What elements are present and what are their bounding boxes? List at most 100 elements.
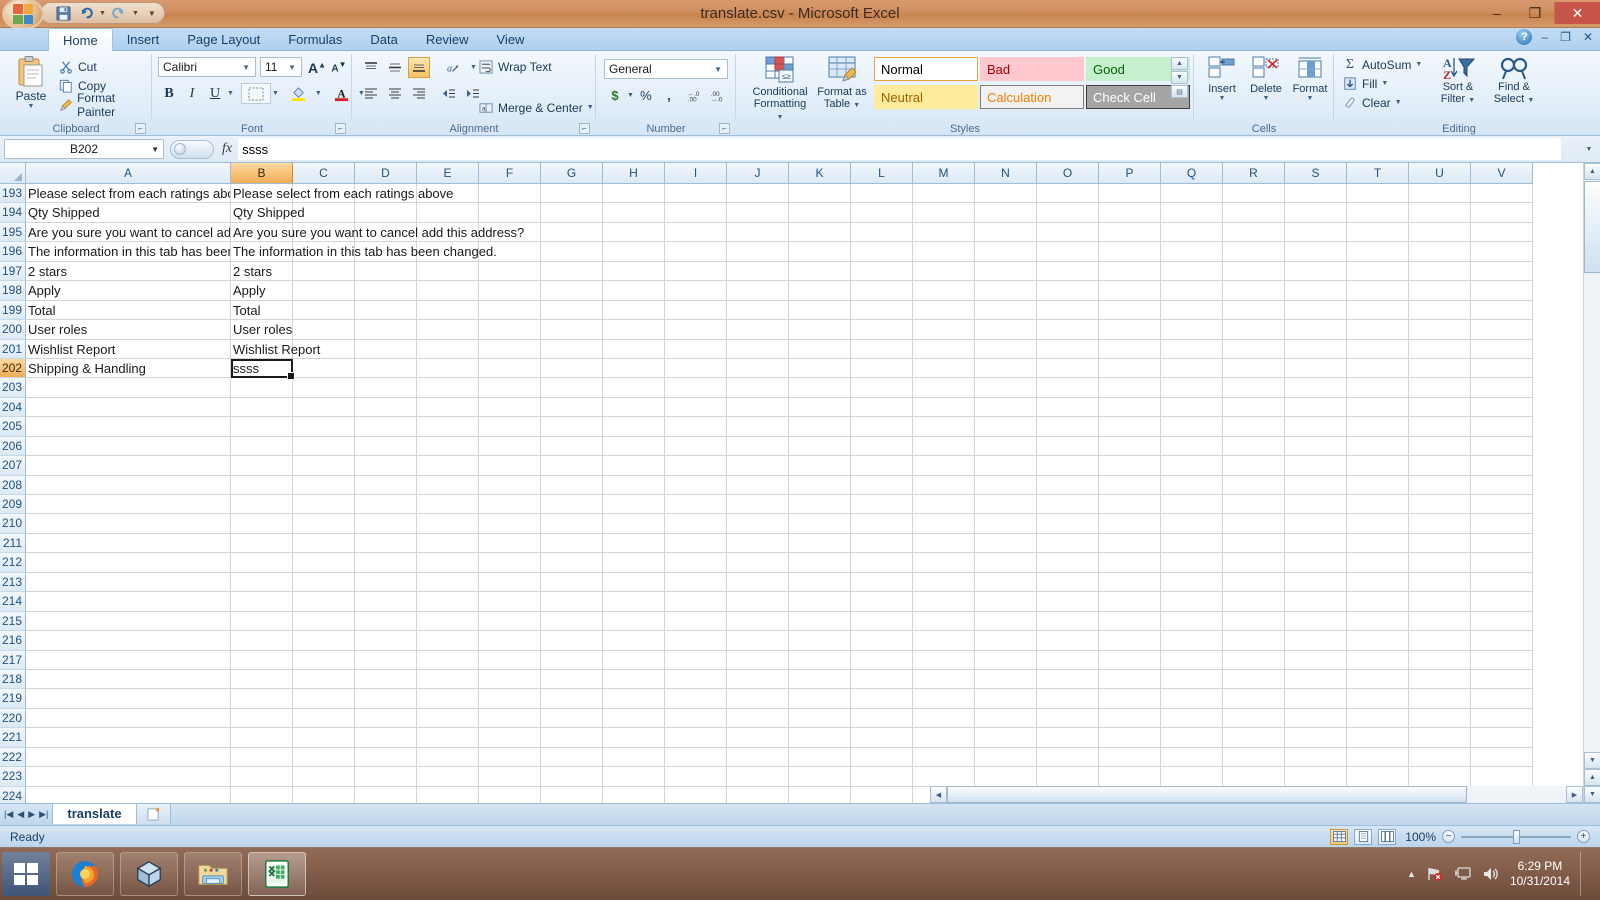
- row-header-195[interactable]: 195: [0, 222, 26, 243]
- cell-B199[interactable]: Total: [231, 300, 293, 321]
- cell-G221[interactable]: [541, 728, 603, 748]
- cell-D214[interactable]: [355, 592, 417, 612]
- show-hidden-icons-icon[interactable]: ▲: [1407, 869, 1416, 879]
- column-header-C[interactable]: C: [293, 163, 355, 184]
- cell-U197[interactable]: [1409, 261, 1471, 282]
- font-name-combo[interactable]: Calibri ▼: [158, 57, 256, 77]
- cell-T212[interactable]: [1347, 553, 1409, 573]
- cell-K201[interactable]: [789, 339, 851, 359]
- cell-J217[interactable]: [727, 650, 789, 670]
- row-header-206[interactable]: 206: [0, 436, 26, 457]
- cell-C218[interactable]: [293, 669, 355, 690]
- cell-J221[interactable]: [727, 728, 789, 748]
- cell-O194[interactable]: [1037, 203, 1099, 223]
- cell-V206[interactable]: [1471, 436, 1533, 457]
- cell-P207[interactable]: [1099, 456, 1161, 476]
- cell-M194[interactable]: [913, 203, 975, 223]
- cell-T221[interactable]: [1347, 728, 1409, 748]
- cell-B212[interactable]: [231, 553, 293, 573]
- cell-B218[interactable]: [231, 669, 293, 690]
- cell-O219[interactable]: [1037, 689, 1099, 709]
- styles-scroll-down-button[interactable]: ▼: [1171, 71, 1188, 84]
- restore-ribbon-button[interactable]: ❐: [1557, 30, 1574, 44]
- row-header-208[interactable]: 208: [0, 475, 26, 495]
- cell-T217[interactable]: [1347, 650, 1409, 670]
- cell-N202[interactable]: [975, 358, 1037, 379]
- cell-R219[interactable]: [1223, 689, 1285, 709]
- cell-T215[interactable]: [1347, 611, 1409, 632]
- cell-J203[interactable]: [727, 378, 789, 398]
- cell-M217[interactable]: [913, 650, 975, 670]
- cell-G222[interactable]: [541, 747, 603, 768]
- cell-E223[interactable]: [417, 767, 479, 787]
- cell-Q202[interactable]: [1161, 358, 1223, 379]
- cell-K210[interactable]: [789, 514, 851, 534]
- cell-R198[interactable]: [1223, 281, 1285, 301]
- cell-B222[interactable]: [231, 747, 293, 768]
- cell-I218[interactable]: [665, 669, 727, 690]
- cell-V203[interactable]: [1471, 378, 1533, 398]
- cell-I195[interactable]: [665, 222, 727, 243]
- cell-T206[interactable]: [1347, 436, 1409, 457]
- column-header-U[interactable]: U: [1409, 163, 1471, 184]
- cell-I202[interactable]: [665, 358, 727, 379]
- cell-C211[interactable]: [293, 533, 355, 554]
- row-header-221[interactable]: 221: [0, 728, 26, 748]
- cell-H204[interactable]: [603, 397, 665, 418]
- cell-C209[interactable]: [293, 495, 355, 515]
- cell-E224[interactable]: [417, 786, 479, 803]
- cell-L213[interactable]: [851, 572, 913, 593]
- cell-H199[interactable]: [603, 300, 665, 321]
- cell-U212[interactable]: [1409, 553, 1471, 573]
- cell-A205[interactable]: [26, 417, 231, 437]
- cell-G203[interactable]: [541, 378, 603, 398]
- cell-D208[interactable]: [355, 475, 417, 495]
- cell-Q199[interactable]: [1161, 300, 1223, 321]
- chevron-down-icon[interactable]: ▼: [239, 63, 253, 72]
- cell-F223[interactable]: [479, 767, 541, 787]
- cell-S213[interactable]: [1285, 572, 1347, 593]
- cell-P209[interactable]: [1099, 495, 1161, 515]
- row-header-207[interactable]: 207: [0, 456, 26, 476]
- cell-E203[interactable]: [417, 378, 479, 398]
- bold-button[interactable]: B: [158, 83, 180, 104]
- cell-F198[interactable]: [479, 281, 541, 301]
- row-header-202[interactable]: 202: [0, 358, 26, 379]
- cell-V210[interactable]: [1471, 514, 1533, 534]
- cell-S197[interactable]: [1285, 261, 1347, 282]
- cell-E208[interactable]: [417, 475, 479, 495]
- cell-U198[interactable]: [1409, 281, 1471, 301]
- cell-O209[interactable]: [1037, 495, 1099, 515]
- cell-D202[interactable]: [355, 358, 417, 379]
- cell-B220[interactable]: [231, 708, 293, 729]
- cell-B210[interactable]: [231, 514, 293, 534]
- cell-U211[interactable]: [1409, 533, 1471, 554]
- cell-H194[interactable]: [603, 203, 665, 223]
- volume-icon[interactable]: [1482, 866, 1500, 882]
- cell-J199[interactable]: [727, 300, 789, 321]
- cell-D194[interactable]: [355, 203, 417, 223]
- fill-dropdown-icon[interactable]: ▼: [1381, 80, 1388, 87]
- cell-N210[interactable]: [975, 514, 1037, 534]
- row-header-218[interactable]: 218: [0, 669, 26, 690]
- cell-G195[interactable]: [541, 222, 603, 243]
- cell-I209[interactable]: [665, 495, 727, 515]
- cell-S205[interactable]: [1285, 417, 1347, 437]
- cell-C199[interactable]: [293, 300, 355, 321]
- chevron-down-icon[interactable]: ▼: [151, 145, 159, 154]
- cell-F224[interactable]: [479, 786, 541, 803]
- cell-J209[interactable]: [727, 495, 789, 515]
- cell-K213[interactable]: [789, 572, 851, 593]
- cell-L196[interactable]: [851, 242, 913, 262]
- cell-J207[interactable]: [727, 456, 789, 476]
- cell-F207[interactable]: [479, 456, 541, 476]
- cell-D213[interactable]: [355, 572, 417, 593]
- cell-K223[interactable]: [789, 767, 851, 787]
- cell-T223[interactable]: [1347, 767, 1409, 787]
- row-header-209[interactable]: 209: [0, 495, 26, 515]
- cell-S216[interactable]: [1285, 631, 1347, 651]
- cell-T211[interactable]: [1347, 533, 1409, 554]
- cell-K215[interactable]: [789, 611, 851, 632]
- cell-V193[interactable]: [1471, 184, 1533, 204]
- styles-more-button[interactable]: ▤: [1171, 85, 1188, 98]
